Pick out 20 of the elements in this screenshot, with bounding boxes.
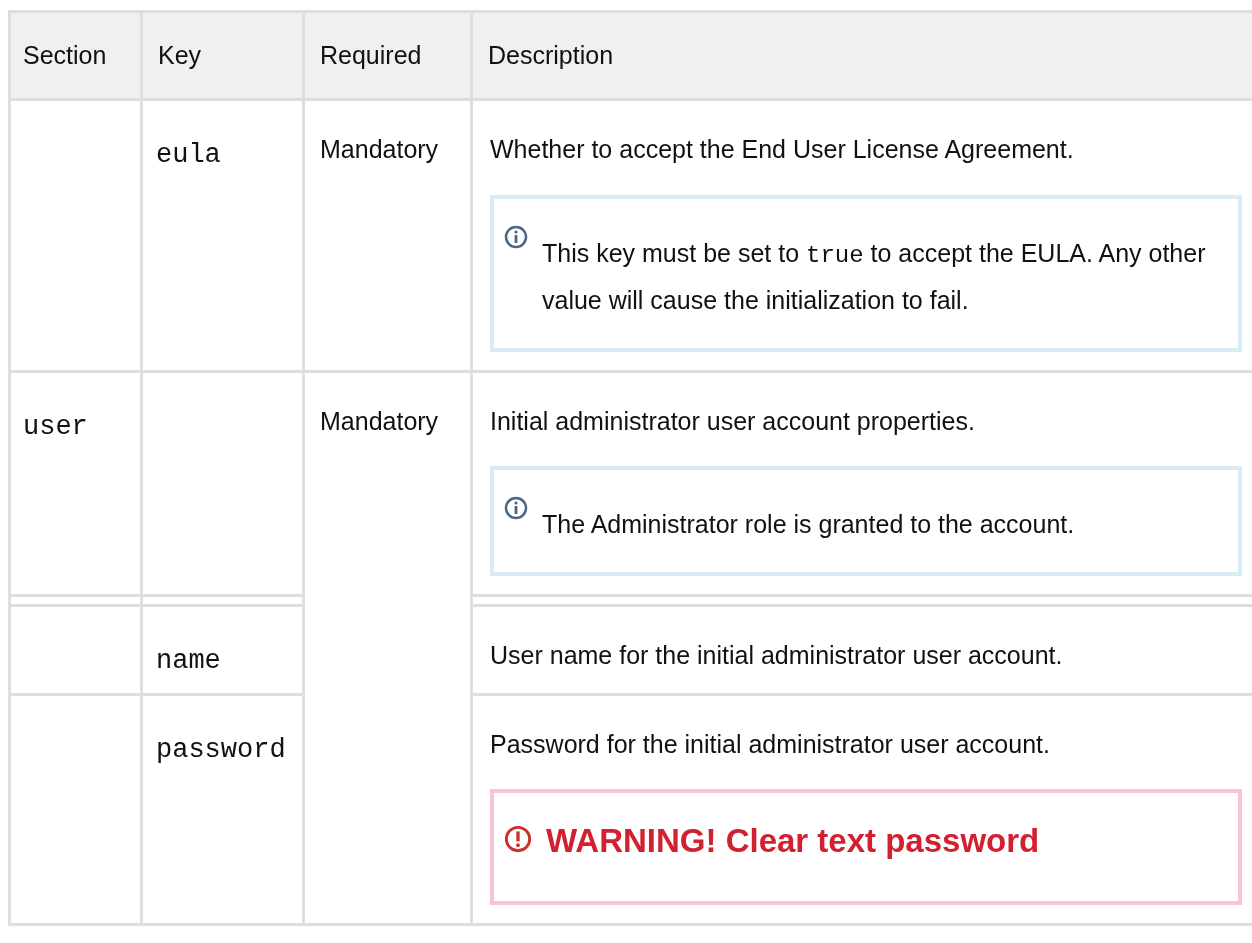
note-text: The Administrator role is granted to the account. xyxy=(542,509,1075,540)
description-text: User name for the initial administrator user account. xyxy=(490,641,1063,669)
key-name: password xyxy=(156,734,286,765)
key-name: eula xyxy=(156,140,221,170)
section-name: user xyxy=(23,411,88,442)
required-value: Mandatory xyxy=(320,406,439,435)
required-value: Mandatory xyxy=(320,135,439,163)
description-text: Initial administrator user account properties. xyxy=(490,406,975,435)
column-header: Section xyxy=(23,40,107,69)
description-text: Password for the initial administrator user account. xyxy=(490,729,1050,758)
column-header: Key xyxy=(158,40,202,69)
warning-title: WARNING! Clear text password xyxy=(546,821,1040,861)
description-text: Whether to accept the End User License Agreement. xyxy=(490,135,1074,163)
note-text: This key must be set to true to accept the EULA. Any other value will cause the initialization to fail. xyxy=(542,237,1207,316)
info-icon xyxy=(504,224,528,249)
column-header: Required xyxy=(320,40,422,69)
key-name: name xyxy=(156,646,221,676)
column-header: Description xyxy=(488,40,614,69)
info-icon xyxy=(504,496,528,520)
warning-icon xyxy=(504,825,532,853)
